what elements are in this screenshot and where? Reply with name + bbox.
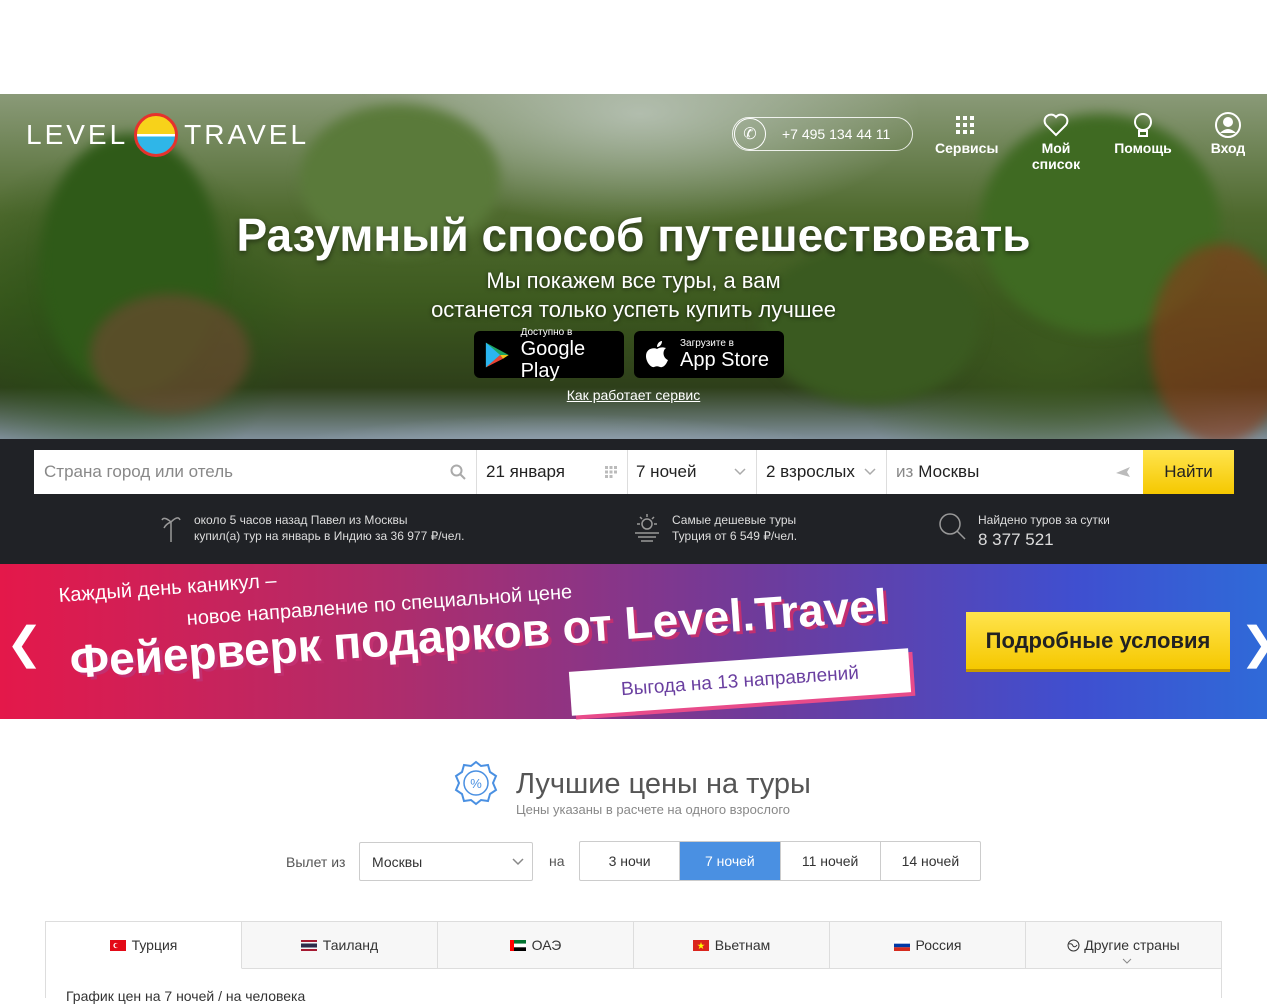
nights-option-11[interactable]: 11 ночей bbox=[781, 842, 881, 880]
nav-login-label: Вход bbox=[1210, 140, 1246, 156]
tab-thailand[interactable]: Таиланд bbox=[242, 922, 438, 969]
country-tabs: Турция Таиланд ОАЭ Вьетнам Россия Другие… bbox=[45, 921, 1222, 998]
svg-text:%: % bbox=[470, 776, 482, 791]
app-store-big-text: App Store bbox=[680, 349, 769, 371]
palm-icon bbox=[161, 517, 181, 542]
departure-label: Вылет из bbox=[286, 854, 346, 870]
tab-russia-label: Россия bbox=[915, 937, 962, 953]
logo-text-left: LEVEL bbox=[26, 119, 129, 150]
nav-services[interactable]: Сервисы bbox=[935, 112, 999, 156]
hero-subtitle-line1: Мы покажем все туры, а вам bbox=[486, 268, 781, 293]
bulb-icon bbox=[1114, 112, 1172, 138]
cheapest-tours-label: Самые дешевые туры bbox=[672, 513, 797, 527]
nav-my-list-label: Мой список bbox=[1031, 140, 1081, 172]
departure-city-value: Москвы bbox=[918, 462, 980, 481]
google-play-icon bbox=[485, 342, 509, 367]
nav-help[interactable]: Помощь bbox=[1114, 112, 1172, 156]
google-play-small-text: Доступно в bbox=[520, 327, 573, 338]
app-store-small-text: Загрузите в bbox=[680, 338, 734, 349]
tab-vietnam[interactable]: Вьетнам bbox=[634, 922, 830, 969]
thailand-flag-icon bbox=[300, 939, 317, 951]
best-prices-subtitle: Цены указаны в расчете на одного взросло… bbox=[516, 802, 791, 817]
cheapest-tours-info[interactable]: Самые дешевые туры Турция от 6 549 ₽/чел… bbox=[634, 512, 797, 544]
tab-turkey[interactable]: Турция bbox=[46, 922, 242, 969]
recent-purchase-line2: купил(а) тур на январь в Индию за 36 977… bbox=[194, 529, 465, 543]
nights-option-14[interactable]: 14 ночей bbox=[881, 842, 980, 880]
search-icon bbox=[450, 464, 466, 480]
phone-button[interactable]: ✆ +7 495 134 44 11 bbox=[732, 117, 913, 151]
nights-label: на bbox=[549, 853, 565, 869]
tab-russia[interactable]: Россия bbox=[830, 922, 1026, 969]
date-field[interactable]: 21 января bbox=[477, 450, 627, 494]
nav-services-label: Сервисы bbox=[935, 140, 999, 156]
tab-other-countries[interactable]: Другие страны bbox=[1026, 922, 1221, 969]
tab-vietnam-label: Вьетнам bbox=[714, 937, 771, 953]
app-store-button[interactable]: Загрузите в App Store bbox=[634, 331, 784, 378]
hero-title: Разумный способ путешествовать bbox=[236, 209, 1031, 261]
departure-prefix: из bbox=[896, 462, 914, 481]
nights-select[interactable]: 7 ночей bbox=[628, 450, 756, 494]
adults-select[interactable]: 2 взрослых bbox=[757, 450, 886, 494]
nights-option-7[interactable]: 7 ночей bbox=[680, 842, 781, 880]
hero-subtitle-line2: останется только успеть купить лучшее bbox=[431, 297, 836, 322]
google-play-button[interactable]: Доступно в Google Play bbox=[474, 327, 624, 382]
google-play-big-text: Google Play bbox=[520, 338, 586, 382]
price-chart-caption: График цен на 7 ночей / на человека bbox=[66, 988, 306, 1004]
magnifier-icon bbox=[939, 513, 966, 540]
destination-input[interactable]: Страна город или отель bbox=[34, 450, 476, 494]
found-tours-label: Найдено туров за сутки bbox=[978, 513, 1110, 527]
chevron-down-icon bbox=[734, 468, 746, 476]
nights-toggle-group: 3 ночи 7 ночей 11 ночей 14 ночей bbox=[579, 841, 981, 881]
tab-thailand-label: Таиланд bbox=[322, 937, 379, 953]
recent-purchase-info: около 5 часов назад Павел из Москвы купи… bbox=[160, 512, 464, 544]
destination-placeholder: Страна город или отель bbox=[44, 462, 233, 481]
nights-option-3[interactable]: 3 ночи bbox=[580, 842, 681, 880]
tab-uae[interactable]: ОАЭ bbox=[438, 922, 634, 969]
grid-icon bbox=[935, 112, 995, 138]
vietnam-flag-icon bbox=[692, 939, 709, 951]
adults-value: 2 взрослых bbox=[766, 462, 855, 481]
nav-my-list[interactable]: Мой список bbox=[1016, 112, 1096, 172]
percent-badge-icon: % bbox=[454, 760, 498, 806]
chevron-down-icon bbox=[864, 468, 876, 476]
promo-details-button[interactable]: Подробные условия bbox=[966, 612, 1230, 669]
russia-flag-icon bbox=[893, 939, 910, 951]
chevron-down-icon bbox=[1122, 958, 1132, 964]
logo-sun-icon bbox=[134, 113, 179, 157]
found-tours-info: Найдено туров за сутки 8 377 521 bbox=[938, 512, 1110, 552]
nav-help-label: Помощь bbox=[1114, 140, 1172, 156]
hero-subtitle: Мы покажем все туры, а вам останется тол… bbox=[0, 266, 1267, 324]
tab-turkey-label: Турция bbox=[131, 937, 178, 953]
phone-number: +7 495 134 44 11 bbox=[782, 126, 891, 142]
heart-icon bbox=[1016, 112, 1096, 138]
find-button[interactable]: Найти bbox=[1143, 450, 1234, 494]
uae-flag-icon bbox=[509, 939, 526, 951]
phone-icon: ✆ bbox=[734, 118, 766, 150]
recent-purchase-line1: около 5 часов назад Павел из Москвы bbox=[194, 513, 408, 527]
sun-icon bbox=[635, 514, 659, 542]
calendar-icon bbox=[605, 466, 617, 478]
departure-select[interactable]: Москвы bbox=[359, 842, 533, 881]
nights-value: 7 ночей bbox=[636, 462, 697, 481]
chevron-right-icon[interactable]: ❯ bbox=[1240, 618, 1277, 669]
plane-icon bbox=[1116, 467, 1130, 477]
turkey-flag-icon bbox=[109, 939, 126, 951]
nav-login[interactable]: Вход bbox=[1208, 112, 1248, 156]
how-it-works-link[interactable]: Как работает сервис bbox=[0, 387, 1267, 403]
globe-icon bbox=[1067, 939, 1080, 951]
user-icon bbox=[1208, 112, 1248, 138]
tab-other-countries-label: Другие страны bbox=[1084, 937, 1180, 953]
best-prices-title: Лучшие цены на туры bbox=[516, 768, 811, 800]
departure-select-value: Москвы bbox=[372, 853, 423, 870]
apple-icon bbox=[646, 340, 668, 367]
found-tours-count: 8 377 521 bbox=[978, 530, 1054, 549]
logo[interactable]: LEVEL TRAVEL bbox=[26, 108, 309, 162]
tab-uae-label: ОАЭ bbox=[531, 937, 562, 953]
logo-text-right: TRAVEL bbox=[184, 119, 310, 150]
chevron-left-icon[interactable]: ❮ bbox=[6, 618, 43, 669]
cheapest-tours-value: Турция от 6 549 ₽/чел. bbox=[672, 529, 798, 543]
chevron-down-icon bbox=[512, 857, 524, 865]
date-value: 21 января bbox=[486, 462, 565, 481]
departure-city-field[interactable]: из Москвы bbox=[887, 450, 1143, 494]
